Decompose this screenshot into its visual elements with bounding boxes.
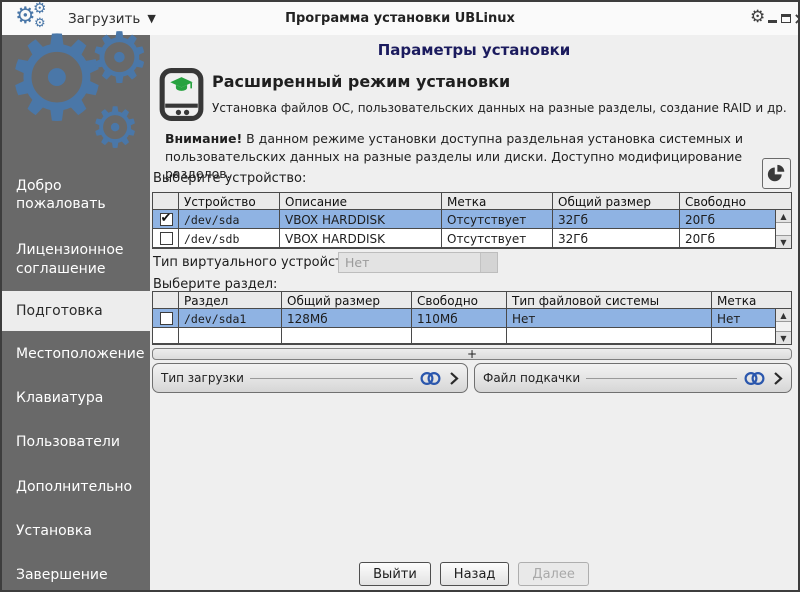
sidebar-item-additional[interactable]: Дополнительно [2, 478, 150, 496]
footer-buttons: Выйти Назад Далее [150, 562, 798, 586]
mode-subtitle: Установка файлов ОС, пользовательских да… [212, 101, 787, 115]
sidebar-item-install[interactable]: Установка [2, 522, 150, 540]
device-row-sda[interactable]: /dev/sda VBOX HARDDISK Отсутствует 32Гб … [153, 210, 791, 229]
col-device: Устройство [179, 193, 280, 209]
sidebar-item-keyboard[interactable]: Клавиатура [2, 389, 150, 407]
boot-type-expander[interactable]: Тип загрузки [152, 363, 468, 393]
device-checkbox-sdb[interactable] [159, 232, 173, 245]
col-description: Описание [280, 193, 442, 209]
partition-table: Раздел Общий размер Свободно Тип файлово… [152, 291, 792, 345]
add-partition-button[interactable]: + [152, 348, 792, 360]
pie-chart-icon [767, 164, 785, 182]
sidebar-item-license[interactable]: Лицензионное соглашение [2, 241, 150, 277]
installer-window: ⚙ ⚙ ⚙ Загрузить ▼ Программа установки UB… [0, 0, 800, 592]
partition-checkbox-sda1[interactable] [159, 312, 173, 325]
boot-type-label: Тип загрузки [161, 371, 244, 385]
disk-usage-pie-button[interactable] [762, 158, 791, 189]
partition-table-header: Раздел Общий размер Свободно Тип файлово… [153, 292, 791, 309]
chevron-right-icon [450, 371, 459, 385]
sidebar-item-users[interactable]: Пользователи [2, 433, 150, 451]
sidebar-item-welcome[interactable]: Добро пожаловать [2, 177, 150, 213]
device-checkbox-sda[interactable] [159, 211, 173, 226]
device-table-header: Устройство Описание Метка Общий размер С… [153, 193, 791, 210]
col-fs-type: Тип файловой системы [507, 292, 712, 308]
virtual-device-value: Нет [345, 255, 370, 270]
scroll-up-icon[interactable]: ▲ [776, 309, 791, 322]
col-partition: Раздел [179, 292, 282, 308]
virtual-device-select[interactable]: Нет [338, 252, 498, 273]
scroll-down-icon[interactable]: ▼ [776, 235, 791, 248]
sidebar-item-location[interactable]: Местоположение [2, 345, 150, 363]
device-row-sdb[interactable]: /dev/sdb VBOX HARDDISK Отсутствует 32Гб … [153, 229, 791, 248]
graduation-cap-icon [170, 77, 193, 91]
toggle-circles-icon [744, 371, 765, 385]
swap-file-expander[interactable]: Файл подкачки [474, 363, 792, 393]
sidebar-item-preparation[interactable]: Подготовка [2, 290, 150, 331]
exit-button[interactable]: Выйти [359, 562, 431, 586]
scroll-down-icon[interactable]: ▼ [776, 331, 791, 344]
maximize-button[interactable] [779, 2, 792, 35]
app-body: ⚙ ⚙ ⚙ Добро пожаловать Лицензионное согл… [2, 9, 798, 590]
settings-gear-icon[interactable]: ⚙ [750, 9, 765, 26]
combo-arrow [480, 253, 497, 272]
col-free: Свободно [412, 292, 507, 308]
partition-table-scrollbar[interactable]: ▲ ▼ [775, 309, 791, 344]
sidebar: ⚙ ⚙ ⚙ Добро пожаловать Лицензионное согл… [2, 9, 151, 590]
swap-file-label: Файл подкачки [483, 371, 581, 385]
drive-icon [159, 68, 204, 121]
col-total-size: Общий размер [553, 193, 680, 209]
partition-row-empty [153, 328, 791, 344]
partition-row-sda1[interactable]: /dev/sda1 128Мб 110Мб Нет Нет [153, 309, 791, 328]
mode-title: Расширенный режим установки [212, 72, 511, 91]
device-table: Устройство Описание Метка Общий размер С… [152, 192, 792, 249]
page-title: Параметры установки [377, 41, 571, 59]
wizard-steps-nav: Добро пожаловать Лицензионное соглашение… [2, 175, 150, 584]
sidebar-item-finish[interactable]: Завершение [2, 566, 150, 584]
scroll-up-icon[interactable]: ▲ [776, 210, 791, 223]
warning-bold: Внимание! [165, 131, 243, 146]
device-section-label: Выберите устройство: [153, 171, 307, 186]
col-label: Метка [442, 193, 553, 209]
virtual-device-label: Тип виртуального устройства: [153, 255, 363, 270]
col-free: Свободно [685, 194, 747, 209]
col-label: Метка [717, 293, 757, 308]
toggle-circles-icon [420, 371, 441, 385]
close-button[interactable]: × [792, 2, 798, 35]
minimize-button[interactable] [766, 2, 778, 35]
device-table-scrollbar[interactable]: ▲ ▼ [775, 210, 791, 248]
col-total-size: Общий размер [282, 292, 412, 308]
partition-section-label: Выберите раздел: [153, 277, 278, 292]
next-button[interactable]: Далее [518, 562, 589, 586]
main-content: Параметры установки Расширенный режим ус… [150, 35, 798, 590]
sidebar-gears-icon: ⚙ ⚙ ⚙ [4, 9, 151, 161]
back-button[interactable]: Назад [439, 562, 510, 586]
chevron-right-icon [774, 371, 783, 385]
